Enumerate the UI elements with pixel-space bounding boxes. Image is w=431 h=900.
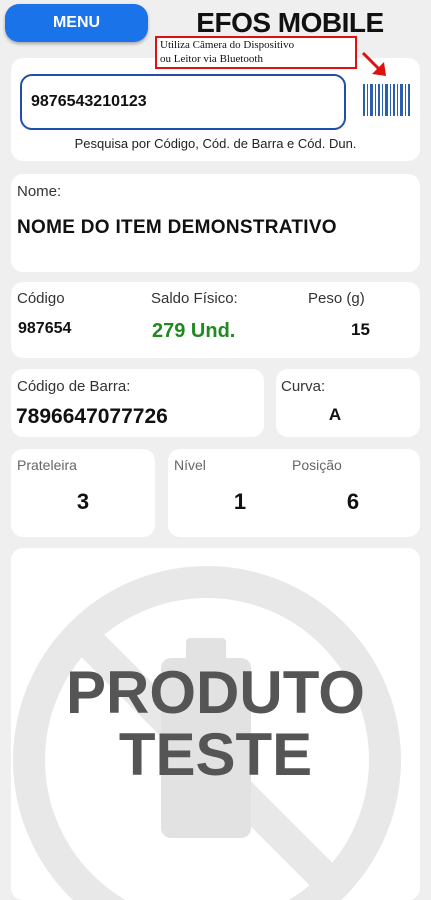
search-hint: Pesquisa por Código, Cód. de Barra e Cód… [74, 136, 357, 151]
product-image: PRODUTO TESTE [11, 548, 420, 900]
name-value: NOME DO ITEM DEMONSTRATIVO [17, 217, 337, 238]
prateleira-card: Prateleira 3 [11, 449, 155, 537]
nivel-label: Nível [174, 457, 206, 473]
barcode-card: Código de Barra: 7896647077726 [11, 369, 264, 437]
menu-button[interactable]: MENU [5, 4, 148, 42]
codigo-value: 987654 [18, 320, 72, 337]
prateleira-value: 3 [76, 489, 90, 514]
codigo-label: Código [17, 290, 65, 307]
tooltip-line-2: ou Leitor via Bluetooth [160, 53, 263, 65]
name-card: Nome: NOME DO ITEM DEMONSTRATIVO [11, 174, 420, 272]
posicao-value: 6 [346, 489, 360, 514]
prateleira-label: Prateleira [17, 457, 77, 473]
saldo-value: 279 Und. [152, 320, 236, 342]
peso-label: Peso (g) [308, 290, 365, 307]
posicao-label: Posição [292, 457, 342, 473]
tooltip-line-1: Utiliza Câmera do Dispositivo [160, 39, 295, 51]
curva-card: Curva: A [276, 369, 420, 437]
placeholder-line-2: TESTE [118, 721, 313, 788]
saldo-label: Saldo Físico: [151, 290, 238, 307]
peso-value: 15 [351, 320, 370, 339]
curva-value: A [328, 405, 342, 424]
scanner-tooltip: Utiliza Câmera do Dispositivo ou Leitor … [155, 36, 357, 69]
placeholder-line-1: PRODUTO [66, 659, 365, 726]
arrow-icon [360, 50, 390, 80]
curva-label: Curva: [281, 378, 326, 395]
stats-card: Código 987654 Saldo Físico: 279 Und. Pes… [11, 282, 420, 358]
posicao-card: Posição 6 [286, 449, 420, 537]
barcode-label: Código de Barra: [17, 378, 131, 395]
search-input[interactable]: 9876543210123 [20, 74, 346, 130]
name-label: Nome: [17, 183, 62, 200]
search-card: 9876543210123 Pesquisa por Código, Cód. … [11, 58, 420, 161]
barcode-icon[interactable] [363, 84, 411, 116]
barcode-value: 7896647077726 [16, 405, 168, 428]
